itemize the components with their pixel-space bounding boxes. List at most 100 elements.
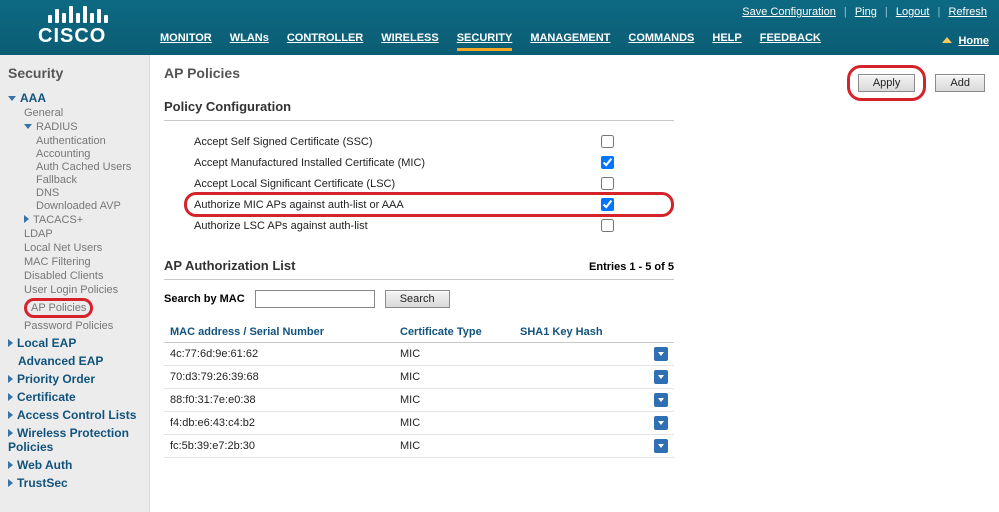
col-sha1: SHA1 Key Hash (514, 322, 648, 343)
policy-row-ssc: Accept Self Signed Certificate (SSC) (164, 131, 674, 152)
logout-link[interactable]: Logout (896, 6, 930, 18)
nav-security[interactable]: SECURITY (457, 32, 513, 51)
chevron-right-icon (8, 479, 13, 487)
search-mac-input[interactable] (255, 290, 375, 308)
highlight-annotation: Apply (847, 65, 927, 101)
sidebar-password-policies[interactable]: Password Policies (24, 320, 143, 332)
row-menu-button[interactable] (654, 416, 668, 430)
table-row: fc:5b:39:e7:2b:30MIC (164, 435, 674, 458)
brand-text: CISCO (38, 25, 108, 48)
cell-mac: fc:5b:39:e7:2b:30 (164, 435, 394, 458)
nav-management[interactable]: MANAGEMENT (530, 32, 610, 51)
auth-lsc-checkbox[interactable] (601, 219, 614, 232)
nav-help[interactable]: HELP (712, 32, 741, 51)
table-row: f4:db:e6:43:c4:b2MIC (164, 412, 674, 435)
sidebar-mac-filter[interactable]: MAC Filtering (24, 256, 143, 268)
ssc-checkbox[interactable] (601, 135, 614, 148)
brand-logo: CISCO (38, 6, 108, 48)
sidebar-tacacs[interactable]: TACACS+ (24, 214, 143, 226)
ping-link[interactable]: Ping (855, 6, 877, 18)
chevron-right-icon (8, 393, 13, 401)
cell-sha1 (514, 389, 648, 412)
sidebar-dl-avp[interactable]: Downloaded AVP (36, 200, 143, 212)
sidebar-disabled[interactable]: Disabled Clients (24, 270, 143, 282)
chevron-right-icon (8, 461, 13, 469)
lsc-checkbox[interactable] (601, 177, 614, 190)
row-menu-button[interactable] (654, 370, 668, 384)
chevron-right-icon (24, 215, 29, 223)
auth-list-section: AP Authorization List Entries 1 - 5 of 5… (164, 258, 985, 458)
cell-cert: MIC (394, 435, 514, 458)
main-nav: MONITOR WLANs CONTROLLER WIRELESS SECURI… (160, 32, 821, 51)
sidebar-ap-policies[interactable]: AP Policies (24, 298, 143, 318)
sidebar-radius[interactable]: RADIUS (24, 121, 143, 133)
sidebar-general[interactable]: General (24, 107, 143, 119)
sidebar-dns[interactable]: DNS (36, 187, 143, 199)
col-mac: MAC address / Serial Number (164, 322, 394, 343)
top-links: Save Configuration | Ping | Logout | Ref… (740, 6, 989, 18)
policy-label: Accept Manufactured Installed Certificat… (194, 157, 601, 169)
home-link[interactable]: Home (958, 35, 989, 47)
table-row: 4c:77:6d:9e:61:62MIC (164, 343, 674, 366)
row-menu-button[interactable] (654, 393, 668, 407)
sidebar-acl[interactable]: Access Control Lists (8, 408, 143, 422)
col-cert: Certificate Type (394, 322, 514, 343)
divider (164, 120, 674, 121)
apply-button[interactable]: Apply (858, 74, 916, 92)
sidebar-certificate[interactable]: Certificate (8, 390, 143, 404)
sidebar-local-eap[interactable]: Local EAP (8, 336, 143, 350)
cell-sha1 (514, 412, 648, 435)
chevron-right-icon (8, 339, 13, 347)
top-bar: CISCO Save Configuration | Ping | Logout… (0, 0, 999, 55)
chevron-right-icon (8, 375, 13, 383)
sidebar-authentication[interactable]: Authentication (36, 135, 143, 147)
row-menu-button[interactable] (654, 347, 668, 361)
sidebar-user-login[interactable]: User Login Policies (24, 284, 143, 296)
divider (164, 279, 674, 280)
home-link-wrap: Home (942, 35, 989, 47)
sidebar-ldap[interactable]: LDAP (24, 228, 143, 240)
sidebar-advanced-eap[interactable]: Advanced EAP (18, 354, 143, 368)
cell-mac: 4c:77:6d:9e:61:62 (164, 343, 394, 366)
policy-label: Authorize LSC APs against auth-list (194, 220, 601, 232)
policy-label: Accept Local Significant Certificate (LS… (194, 178, 601, 190)
nav-monitor[interactable]: MONITOR (160, 32, 212, 51)
sidebar-title: Security (8, 65, 143, 81)
highlight-annotation: AP Policies (24, 298, 93, 318)
policy-row-mic: Accept Manufactured Installed Certificat… (164, 152, 674, 173)
sidebar-accounting[interactable]: Accounting (36, 148, 143, 160)
nav-controller[interactable]: CONTROLLER (287, 32, 363, 51)
sidebar-webauth[interactable]: Web Auth (8, 458, 143, 472)
policy-config-title: Policy Configuration (164, 99, 985, 114)
entries-count: Entries 1 - 5 of 5 (589, 261, 674, 273)
logo-icon (48, 6, 108, 23)
nav-wlans[interactable]: WLANs (230, 32, 269, 51)
sidebar-trustsec[interactable]: TrustSec (8, 476, 143, 490)
policy-row-auth-lsc: Authorize LSC APs against auth-list (164, 215, 674, 236)
sidebar-auth-cached[interactable]: Auth Cached Users (36, 161, 143, 173)
table-row: 70:d3:79:26:39:68MIC (164, 366, 674, 389)
policy-row-lsc: Accept Local Significant Certificate (LS… (164, 173, 674, 194)
refresh-link[interactable]: Refresh (948, 6, 987, 18)
mic-checkbox[interactable] (601, 156, 614, 169)
nav-wireless[interactable]: WIRELESS (381, 32, 438, 51)
chevron-right-icon (8, 411, 13, 419)
nav-feedback[interactable]: FEEDBACK (760, 32, 821, 51)
sidebar-priority[interactable]: Priority Order (8, 372, 143, 386)
search-button[interactable]: Search (385, 290, 450, 308)
cell-cert: MIC (394, 343, 514, 366)
chevron-down-icon (24, 124, 32, 129)
add-button[interactable]: Add (935, 74, 985, 92)
auth-mic-checkbox[interactable] (601, 198, 614, 211)
auth-table: MAC address / Serial Number Certificate … (164, 322, 674, 458)
sidebar-aaa[interactable]: AAA (8, 91, 143, 105)
row-menu-button[interactable] (654, 439, 668, 453)
sidebar-local-net[interactable]: Local Net Users (24, 242, 143, 254)
home-icon (942, 37, 952, 43)
sidebar-wpp[interactable]: Wireless Protection Policies (8, 426, 143, 454)
nav-commands[interactable]: COMMANDS (628, 32, 694, 51)
cell-cert: MIC (394, 412, 514, 435)
save-config-link[interactable]: Save Configuration (742, 6, 836, 18)
cell-sha1 (514, 435, 648, 458)
sidebar-fallback[interactable]: Fallback (36, 174, 143, 186)
